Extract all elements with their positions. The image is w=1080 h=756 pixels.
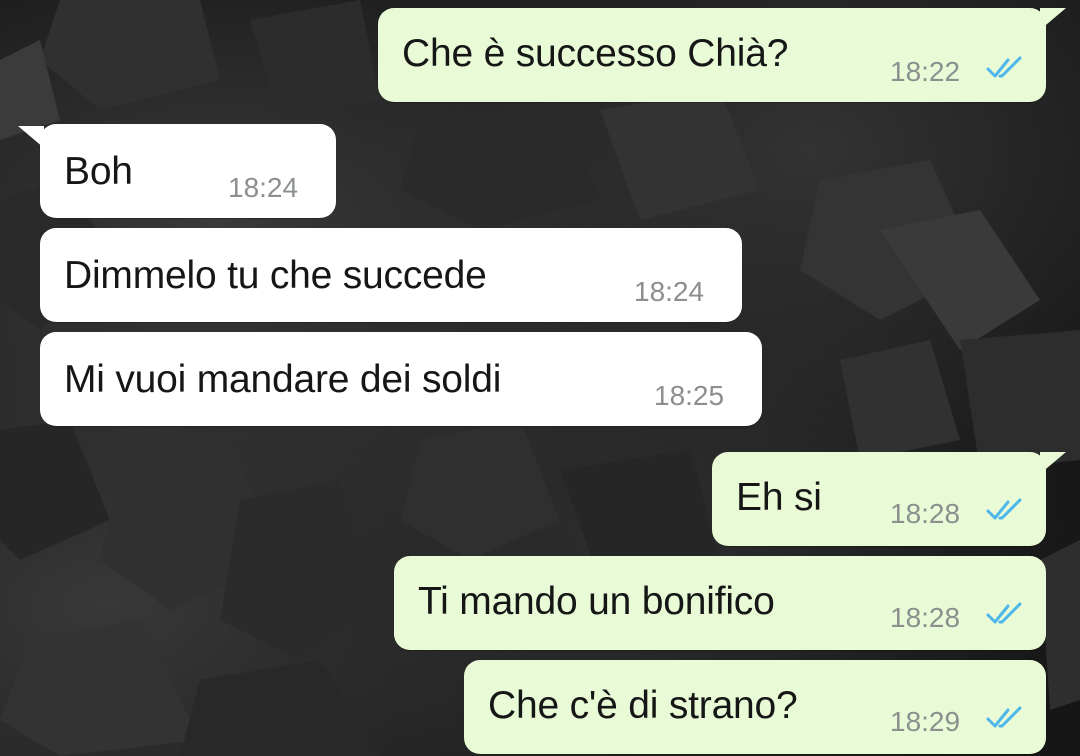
message-text: Eh si (736, 476, 822, 519)
message-timestamp: 18:28 (890, 498, 961, 529)
message-timestamp: 18:22 (890, 56, 961, 87)
read-ticks-icon (986, 706, 1022, 728)
message-text: Che è successo Chià? (402, 32, 789, 75)
message-text: Dimmelo tu che succede (64, 254, 487, 297)
message-timestamp: 18:24 (228, 172, 299, 203)
message-bubble-outgoing[interactable]: Che c'è di strano? 18:29 (464, 660, 1046, 754)
message-bubble-incoming[interactable]: Boh 18:24 (40, 124, 336, 218)
message-timestamp: 18:25 (654, 380, 725, 411)
message-bubble-incoming[interactable]: Dimmelo tu che succede 18:24 (40, 228, 742, 322)
bubble-tail (1040, 8, 1066, 30)
message-text: Ti mando un bonifico (418, 580, 775, 623)
message-text: Boh (64, 150, 133, 193)
message-bubble-outgoing[interactable]: Ti mando un bonifico 18:28 (394, 556, 1046, 650)
bubble-tail (1040, 452, 1066, 474)
message-bubble-outgoing[interactable]: Eh si 18:28 (712, 452, 1046, 546)
message-bubble-outgoing[interactable]: Che è successo Chià? 18:22 (378, 8, 1046, 102)
message-text: Mi vuoi mandare dei soldi (64, 358, 502, 401)
read-ticks-icon (986, 498, 1022, 520)
message-text: Che c'è di strano? (488, 684, 798, 727)
message-timestamp: 18:28 (890, 602, 961, 633)
read-ticks-icon (986, 602, 1022, 624)
message-timestamp: 18:29 (890, 706, 961, 737)
message-bubble-incoming[interactable]: Mi vuoi mandare dei soldi 18:25 (40, 332, 762, 426)
message-timestamp: 18:24 (634, 276, 705, 307)
read-ticks-icon (986, 56, 1022, 78)
